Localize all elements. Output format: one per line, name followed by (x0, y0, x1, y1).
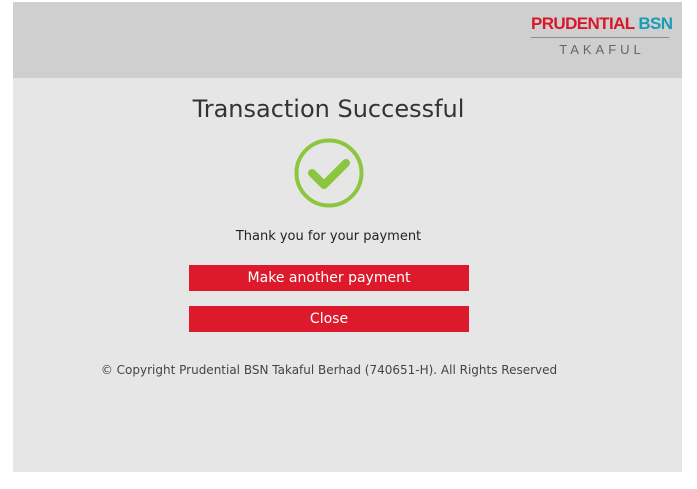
logo-subtitle: TAKAFUL (559, 42, 645, 57)
logo-wordmark: PRUDENTIAL BSN (531, 14, 673, 34)
logo-brand-red: PRUDENTIAL (531, 14, 635, 33)
payment-result-panel: PRUDENTIAL BSN TAKAFUL Transaction Succe… (13, 2, 682, 472)
make-another-payment-button[interactable]: Make another payment (189, 265, 469, 291)
logo-divider (531, 37, 669, 38)
page-title: Transaction Successful (192, 95, 465, 123)
confirmation-message: Thank you for your payment (235, 229, 422, 244)
close-button[interactable]: Close (189, 306, 469, 332)
prudential-bsn-takaful-logo: PRUDENTIAL BSN TAKAFUL (531, 14, 673, 57)
header-bar: PRUDENTIAL BSN TAKAFUL (13, 2, 682, 78)
logo-brand-teal: BSN (638, 14, 673, 33)
copyright-notice: © Copyright Prudential BSN Takaful Berha… (100, 363, 558, 377)
check-circle-icon (294, 138, 364, 208)
